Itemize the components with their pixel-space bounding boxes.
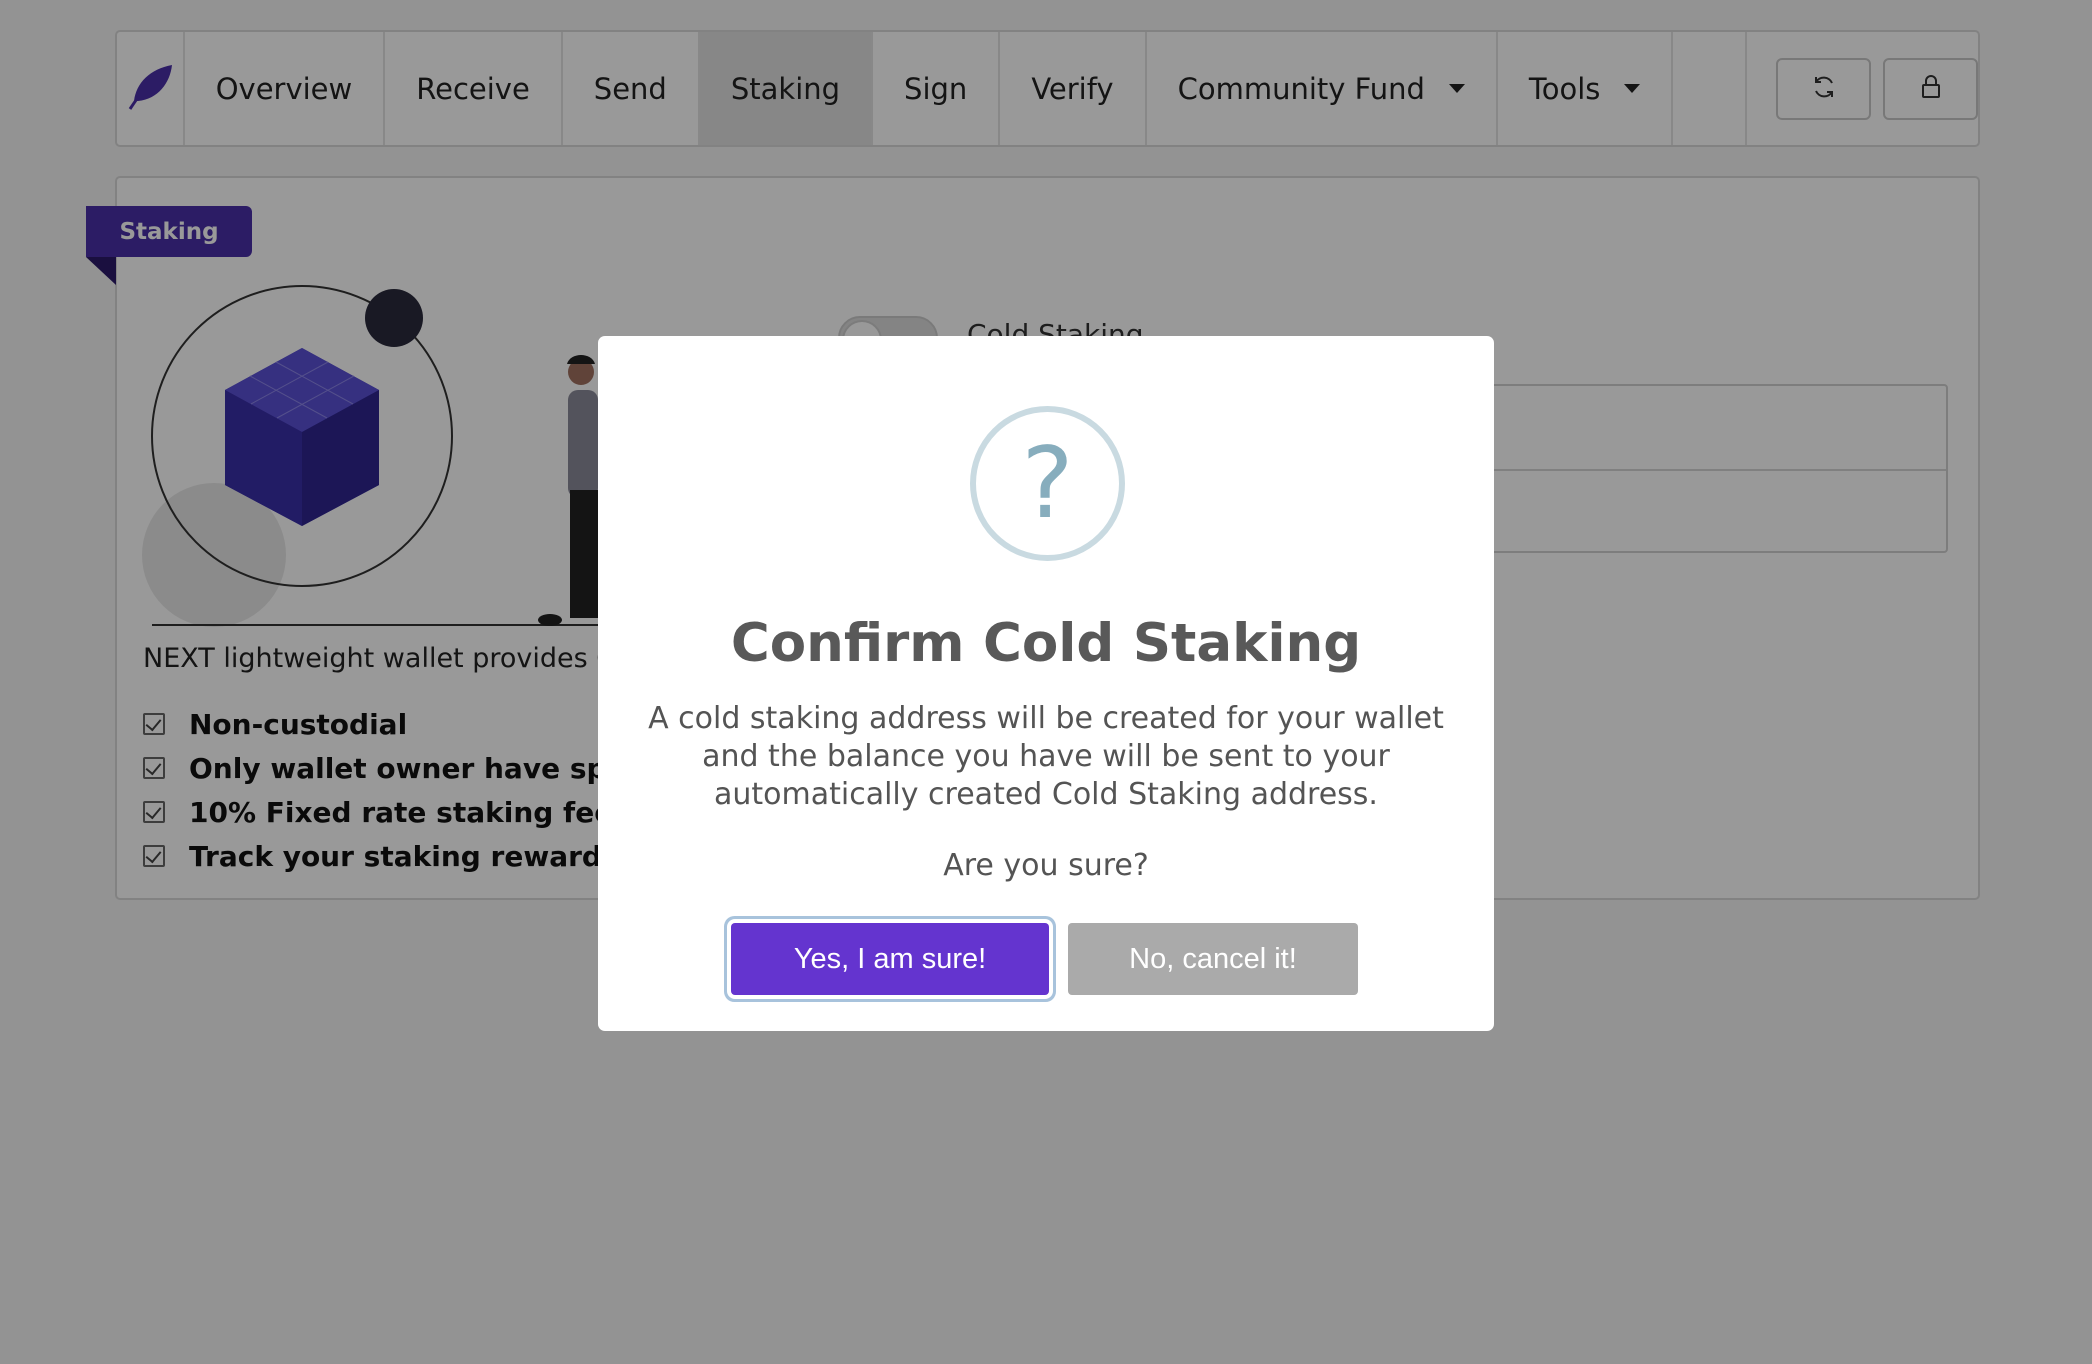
confirm-button[interactable]: Yes, I am sure!	[731, 923, 1049, 995]
cancel-button[interactable]: No, cancel it!	[1068, 923, 1358, 995]
question-icon: ?	[970, 406, 1125, 561]
dialog-title: Confirm Cold Staking	[730, 613, 1362, 674]
dialog-message: A cold staking address will be created f…	[648, 701, 1444, 812]
dialog-question: Are you sure?	[943, 848, 1149, 883]
confirm-dialog: ? Confirm Cold Staking A cold staking ad…	[598, 336, 1494, 1031]
